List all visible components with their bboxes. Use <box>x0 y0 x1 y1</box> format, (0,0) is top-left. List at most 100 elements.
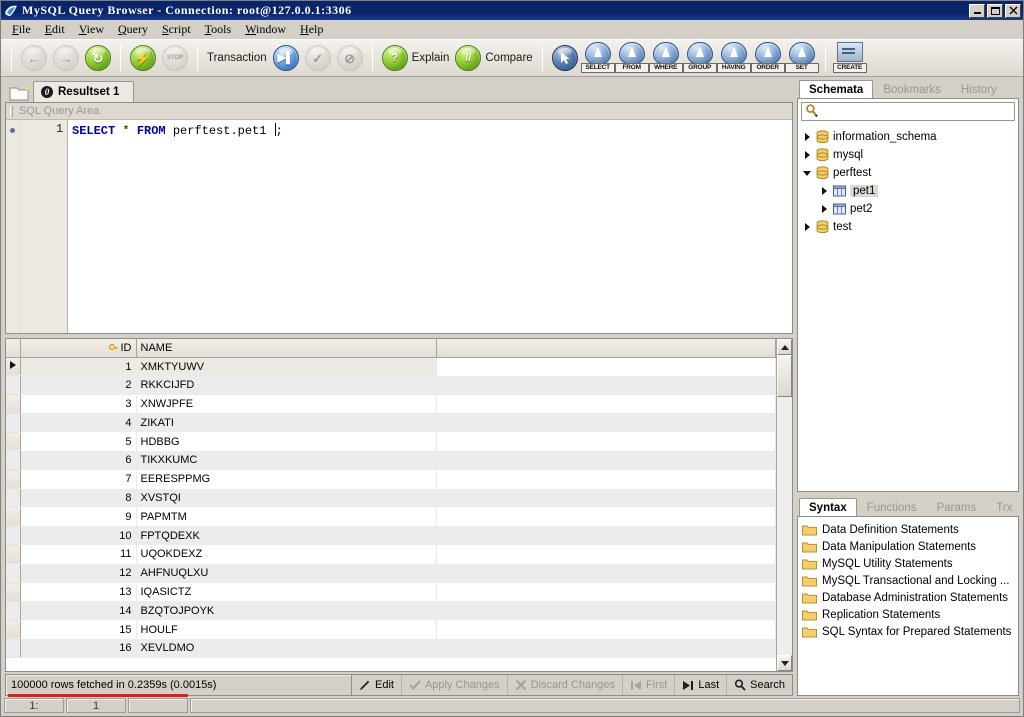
scroll-track[interactable] <box>777 355 792 655</box>
drag-grip-icon[interactable] <box>10 106 13 117</box>
chevron-right-icon[interactable] <box>819 186 829 196</box>
cell-id[interactable]: 14 <box>20 601 136 620</box>
row-selector[interactable] <box>6 601 20 620</box>
tree-item-information_schema[interactable]: information_schema <box>802 128 1018 146</box>
cell-name[interactable]: EERESPPMG <box>136 470 436 489</box>
column-header-name[interactable]: NAME <box>136 339 436 357</box>
cell-id[interactable]: 11 <box>20 545 136 564</box>
tab-bookmarks[interactable]: Bookmarks <box>873 81 951 98</box>
tab-resultset-1[interactable]: 0 Resultset 1 <box>33 81 134 102</box>
cell-name[interactable]: ZIKATI <box>136 413 436 432</box>
menu-window[interactable]: Window <box>238 20 293 39</box>
cell-name[interactable]: PAPMTM <box>136 507 436 526</box>
row-selector[interactable] <box>6 639 20 658</box>
scroll-down-button[interactable] <box>777 655 792 671</box>
cell-name[interactable]: XNWJPFE <box>136 395 436 414</box>
back-button[interactable]: ← <box>18 42 50 74</box>
where-keyword-button[interactable]: WHERE <box>649 42 683 74</box>
row-selector[interactable] <box>6 564 20 583</box>
commit-button[interactable]: ✓ <box>302 42 334 74</box>
table-row[interactable]: 7 EERESPPMG <box>6 470 776 489</box>
chevron-right-icon[interactable] <box>802 150 812 160</box>
list-item[interactable]: MySQL Utility Statements <box>802 555 1018 572</box>
tree-item-pet1[interactable]: pet1 <box>802 182 1018 200</box>
list-item[interactable]: Replication Statements <box>802 606 1018 623</box>
select-keyword-button[interactable]: SELECT <box>581 42 615 74</box>
chevron-right-icon[interactable] <box>802 132 812 142</box>
cell-id[interactable]: 3 <box>20 395 136 414</box>
row-selector[interactable] <box>6 395 20 414</box>
menu-file[interactable]: File <box>5 20 38 39</box>
table-row[interactable]: 13 IQASICTZ <box>6 583 776 602</box>
cell-id[interactable]: 10 <box>20 526 136 545</box>
pointer-button[interactable] <box>549 42 581 74</box>
list-item[interactable]: SQL Syntax for Prepared Statements <box>802 623 1018 640</box>
cell-id[interactable]: 1 <box>20 357 136 376</box>
chevron-right-icon[interactable] <box>819 204 829 214</box>
table-row[interactable]: 12 AHFNUQLXU <box>6 564 776 583</box>
table-row[interactable]: 8 XVSTQI <box>6 489 776 508</box>
last-button[interactable]: Last <box>675 675 727 695</box>
group-keyword-button[interactable]: GROUP <box>683 42 717 74</box>
grid-vertical-scrollbar[interactable] <box>776 339 792 671</box>
list-item[interactable]: Data Definition Statements <box>802 521 1018 538</box>
editor-bookmark-gutter[interactable] <box>6 120 20 333</box>
scroll-up-button[interactable] <box>777 339 792 355</box>
cell-id[interactable]: 13 <box>20 583 136 602</box>
cell-name[interactable]: AHFNUQLXU <box>136 564 436 583</box>
cell-id[interactable]: 6 <box>20 451 136 470</box>
table-row[interactable]: 4 ZIKATI <box>6 413 776 432</box>
table-row[interactable]: 2 RKKCIJFD <box>6 376 776 395</box>
menu-tools[interactable]: Tools <box>198 20 239 39</box>
new-document-icon[interactable] <box>9 85 29 102</box>
cell-id[interactable]: 2 <box>20 376 136 395</box>
cell-name[interactable]: XEVLDMO <box>136 639 436 658</box>
table-row[interactable]: 14 BZQTOJPOYK <box>6 601 776 620</box>
table-row[interactable]: 6 TIKXKUMC <box>6 451 776 470</box>
cell-id[interactable]: 7 <box>20 470 136 489</box>
table-row[interactable]: 16 XEVLDMO <box>6 639 776 658</box>
chevron-right-icon[interactable] <box>802 222 812 232</box>
tree-item-perftest[interactable]: perftest <box>802 164 1018 182</box>
menu-view[interactable]: View <box>72 20 111 39</box>
row-selector[interactable] <box>6 357 20 376</box>
row-selector[interactable] <box>6 507 20 526</box>
forward-button[interactable]: → <box>50 42 82 74</box>
from-keyword-button[interactable]: FROM <box>615 42 649 74</box>
cell-name[interactable]: BZQTOJPOYK <box>136 601 436 620</box>
table-row[interactable]: 10 FPTQDEXK <box>6 526 776 545</box>
list-item[interactable]: MySQL Transactional and Locking ... <box>802 572 1018 589</box>
resultset-grid-area[interactable]: ID NAME <box>6 339 776 671</box>
apply-changes-button[interactable]: Apply Changes <box>402 675 508 695</box>
schemata-search-box[interactable] <box>801 102 1015 121</box>
compare-button[interactable]: // Compare <box>452 42 535 74</box>
cell-name[interactable]: HDBBG <box>136 432 436 451</box>
cell-name[interactable]: XVSTQI <box>136 489 436 508</box>
row-selector[interactable] <box>6 489 20 508</box>
list-item[interactable]: Database Administration Statements <box>802 589 1018 606</box>
row-selector[interactable] <box>6 470 20 489</box>
tab-functions[interactable]: Functions <box>857 499 927 516</box>
tab-syntax[interactable]: Syntax <box>799 498 857 516</box>
cell-id[interactable]: 9 <box>20 507 136 526</box>
tree-item-mysql[interactable]: mysql <box>802 146 1018 164</box>
first-button[interactable]: First <box>623 675 675 695</box>
row-selector[interactable] <box>6 432 20 451</box>
minimize-button[interactable] <box>969 4 985 18</box>
schemata-search-input[interactable] <box>821 104 1014 119</box>
table-row[interactable]: 1 XMKTYUWV <box>6 357 776 376</box>
cell-name[interactable]: XMKTYUWV <box>136 357 436 376</box>
set-keyword-button[interactable]: SET <box>785 42 819 74</box>
edit-button[interactable]: Edit <box>352 675 402 695</box>
menu-help[interactable]: Help <box>293 20 330 39</box>
table-row[interactable]: 3 XNWJPFE <box>6 395 776 414</box>
cell-name[interactable]: HOULF <box>136 620 436 639</box>
column-header-id[interactable]: ID <box>20 339 136 357</box>
cell-id[interactable]: 4 <box>20 413 136 432</box>
close-button[interactable] <box>1005 4 1021 18</box>
order-keyword-button[interactable]: ORDER <box>751 42 785 74</box>
cell-name[interactable]: FPTQDEXK <box>136 526 436 545</box>
cell-id[interactable]: 15 <box>20 620 136 639</box>
row-selector[interactable] <box>6 413 20 432</box>
row-selector[interactable] <box>6 526 20 545</box>
